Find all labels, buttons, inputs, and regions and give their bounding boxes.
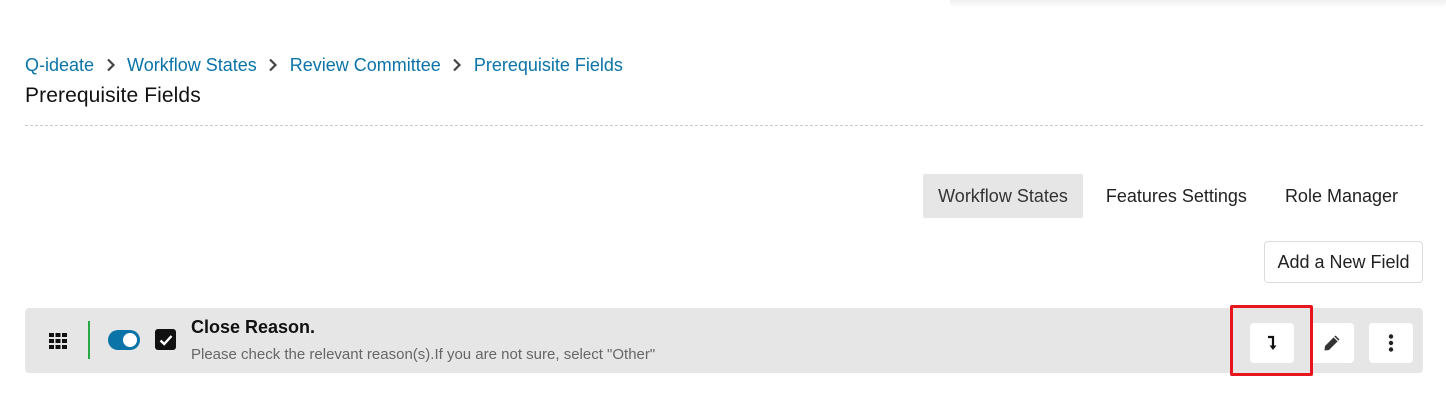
- vertical-ellipsis-icon: [1388, 334, 1394, 352]
- chevron-right-icon: [94, 58, 127, 72]
- tab-role-manager[interactable]: Role Manager: [1270, 174, 1422, 218]
- breadcrumb-item-prerequisite-fields[interactable]: Prerequisite Fields: [474, 55, 623, 76]
- field-title: Close Reason.: [191, 317, 316, 337]
- chevron-right-icon: [441, 58, 474, 72]
- enabled-toggle[interactable]: [108, 330, 140, 350]
- move-field-button[interactable]: [1250, 323, 1294, 363]
- add-new-field-button[interactable]: Add a New Field: [1264, 241, 1423, 283]
- page-title: Prerequisite Fields: [25, 84, 201, 107]
- breadcrumb: Q-ideate Workflow States Review Committe…: [25, 54, 623, 76]
- header-shadow: [950, 0, 1446, 8]
- breadcrumb-item-review-committee[interactable]: Review Committee: [290, 55, 441, 76]
- breadcrumb-item-workflow-states[interactable]: Workflow States: [127, 55, 257, 76]
- field-description: Please check the relevant reason(s).If y…: [191, 346, 656, 363]
- settings-tabs: Workflow States Features Settings Role M…: [923, 174, 1422, 218]
- edit-field-button[interactable]: [1310, 323, 1354, 363]
- required-checkbox[interactable]: [155, 329, 176, 350]
- breadcrumb-item-q-ideate[interactable]: Q-ideate: [25, 55, 94, 76]
- chevron-right-icon: [257, 58, 290, 72]
- grid-drag-icon[interactable]: [49, 333, 67, 349]
- status-separator: [88, 321, 90, 359]
- checkmark-icon: [159, 334, 172, 346]
- arrow-down-right-angle-icon: [1268, 335, 1277, 350]
- pencil-icon: [1324, 335, 1340, 351]
- header-divider: [25, 125, 1423, 126]
- tab-features-settings[interactable]: Features Settings: [1091, 174, 1262, 218]
- more-options-button[interactable]: [1369, 323, 1413, 363]
- field-row: Close Reason. Please check the relevant …: [25, 308, 1423, 373]
- tab-workflow-states[interactable]: Workflow States: [923, 174, 1083, 218]
